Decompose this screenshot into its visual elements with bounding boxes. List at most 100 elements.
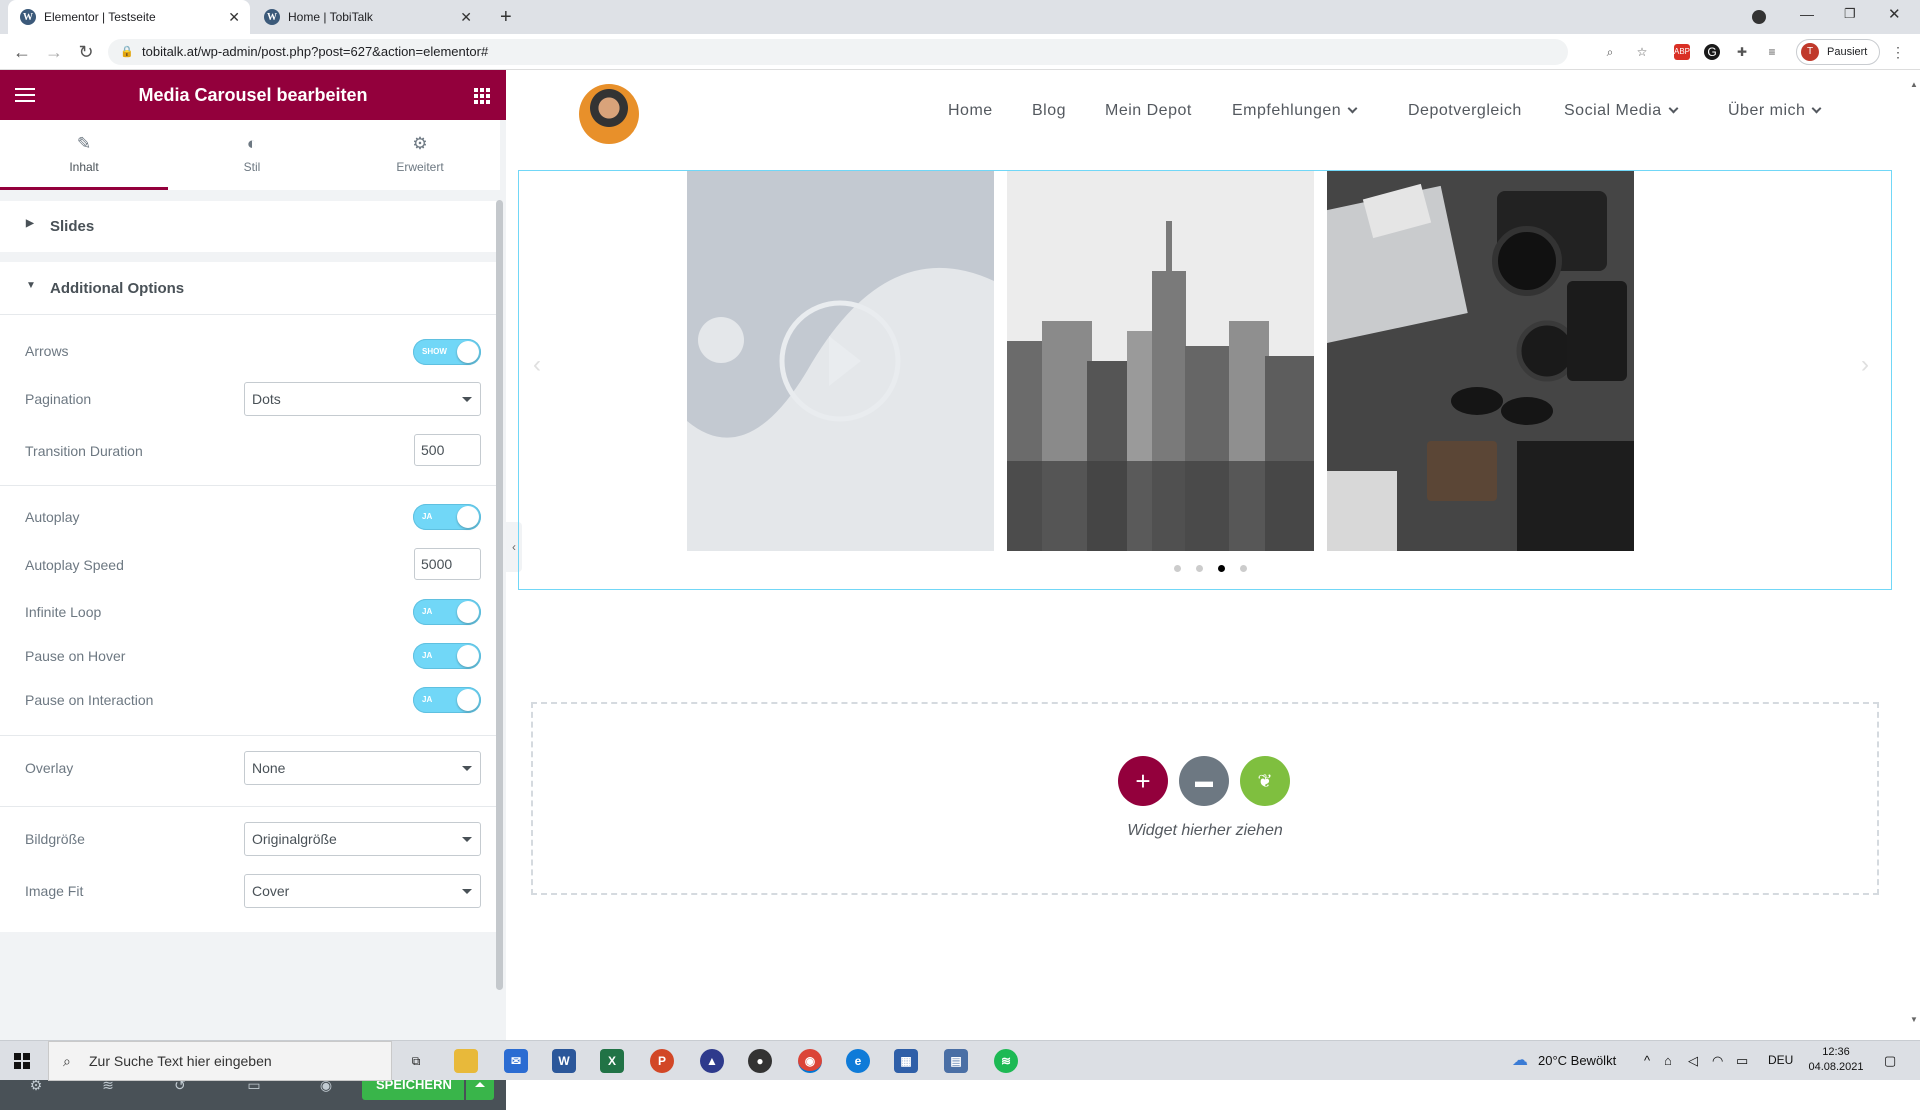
close-tab-icon[interactable]: ✕ bbox=[460, 9, 472, 26]
mail-icon[interactable]: ✉ bbox=[504, 1049, 528, 1073]
empty-section-dropzone[interactable]: + ▬ ❦ Widget hierher ziehen bbox=[531, 702, 1879, 895]
pagination-select[interactable]: Dots bbox=[244, 382, 481, 416]
media-carousel[interactable]: ‹ › bbox=[518, 170, 1892, 590]
minimize-icon[interactable]: — bbox=[1800, 6, 1814, 22]
close-tab-icon[interactable]: ✕ bbox=[228, 9, 240, 26]
caret-down-icon bbox=[462, 397, 472, 402]
image-fit-select[interactable]: Cover bbox=[244, 874, 481, 908]
file-explorer-icon[interactable] bbox=[454, 1049, 478, 1073]
pagination-dot[interactable] bbox=[1196, 565, 1203, 572]
app-window-icon[interactable]: ▦ bbox=[894, 1049, 918, 1073]
pause-on-interaction-toggle[interactable]: JA bbox=[413, 687, 481, 713]
autoplay-toggle[interactable]: JA bbox=[413, 504, 481, 530]
infinite-loop-toggle[interactable]: JA bbox=[413, 599, 481, 625]
profile-button[interactable]: T Pausiert bbox=[1796, 39, 1880, 65]
slide-camera-desk[interactable] bbox=[1327, 171, 1634, 551]
control-label: Pause on Interaction bbox=[25, 692, 154, 708]
preview-scrollbar[interactable]: ▲ ▼ bbox=[1908, 80, 1918, 1030]
site-logo[interactable] bbox=[579, 84, 639, 144]
pagination-dot[interactable] bbox=[1240, 565, 1247, 572]
spotify-icon[interactable]: ≋ bbox=[994, 1049, 1018, 1073]
control-overlay: Overlay None bbox=[0, 748, 500, 788]
weather-text[interactable]: 20°C Bewölkt bbox=[1538, 1053, 1616, 1068]
nav-mein-depot[interactable]: Mein Depot bbox=[1105, 102, 1192, 120]
extension-badge-icon[interactable]: ABP bbox=[1674, 44, 1690, 60]
tab-stil[interactable]: ◐ Stil bbox=[168, 120, 336, 190]
weather-cloud-icon[interactable]: ☁ bbox=[1512, 1050, 1528, 1070]
toggle-text: SHOW bbox=[422, 347, 447, 356]
overlay-select[interactable]: None bbox=[244, 751, 481, 785]
reload-icon[interactable]: ↻ bbox=[76, 42, 96, 63]
city-skyline-image bbox=[1007, 171, 1314, 551]
obs-icon[interactable]: ● bbox=[748, 1049, 772, 1073]
widgets-grid-icon[interactable] bbox=[474, 88, 490, 104]
nav-social-media[interactable]: Social Media bbox=[1564, 102, 1679, 120]
new-tab-icon[interactable]: + bbox=[500, 6, 512, 29]
powerpoint-icon[interactable]: P bbox=[650, 1049, 674, 1073]
forward-icon[interactable]: → bbox=[44, 42, 64, 63]
nav-empfehlungen[interactable]: Empfehlungen bbox=[1232, 102, 1358, 120]
section-slides[interactable]: ▶ Slides bbox=[0, 201, 500, 252]
taskbar-search-input[interactable]: ⌕ Zur Suche Text hier eingeben bbox=[48, 1041, 392, 1081]
control-label: Overlay bbox=[25, 760, 74, 776]
image-size-select[interactable]: Originalgröße bbox=[244, 822, 481, 856]
restore-icon[interactable]: ❐ bbox=[1844, 6, 1856, 22]
keyboard-icon[interactable]: ▭ bbox=[1736, 1053, 1748, 1069]
bookmark-star-icon[interactable]: ☆ bbox=[1634, 44, 1650, 60]
nav-ueber-mich[interactable]: Über mich bbox=[1728, 102, 1822, 120]
control-autoplay: Autoplay JA bbox=[0, 498, 500, 538]
reading-list-icon[interactable]: ≡ bbox=[1764, 44, 1780, 60]
select-value: None bbox=[252, 760, 286, 776]
zoom-icon[interactable]: ⌕ bbox=[1602, 44, 1618, 60]
divider bbox=[0, 314, 500, 315]
browser-tab-elementor[interactable]: W Elementor | Testseite ✕ bbox=[8, 0, 250, 34]
arrows-toggle[interactable]: SHOW bbox=[413, 339, 481, 365]
language-indicator[interactable]: DEU bbox=[1768, 1053, 1793, 1067]
panel-header: Media Carousel bearbeiten bbox=[0, 70, 506, 120]
pause-on-hover-toggle[interactable]: JA bbox=[413, 643, 481, 669]
tab-inhalt[interactable]: ✎ Inhalt bbox=[0, 120, 168, 190]
edge-icon[interactable]: e bbox=[846, 1049, 870, 1073]
excel-icon[interactable]: X bbox=[600, 1049, 624, 1073]
template-folder-icon[interactable]: ▬ bbox=[1179, 756, 1229, 806]
tab-search-icon[interactable] bbox=[1752, 10, 1766, 24]
grammarly-icon[interactable]: G bbox=[1704, 44, 1720, 60]
nav-label: Empfehlungen bbox=[1232, 102, 1342, 119]
wifi-icon[interactable]: ◠ bbox=[1712, 1053, 1723, 1069]
section-heading[interactable]: ▼ Additional Options bbox=[0, 280, 500, 297]
slide-video-placeholder[interactable] bbox=[687, 171, 994, 551]
tray-chevron-icon[interactable]: ^ bbox=[1644, 1053, 1650, 1068]
extensions-puzzle-icon[interactable]: ✚ bbox=[1734, 44, 1750, 60]
transition-duration-input[interactable]: 500 bbox=[414, 434, 481, 466]
pagination-dot[interactable] bbox=[1174, 565, 1181, 572]
clock[interactable]: 12:36 04.08.2021 bbox=[1804, 1045, 1868, 1075]
divider bbox=[0, 735, 500, 736]
add-section-icon[interactable]: + bbox=[1118, 756, 1168, 806]
volume-icon[interactable]: ◁ bbox=[1688, 1053, 1698, 1069]
task-view-icon[interactable]: ⧉ bbox=[404, 1049, 428, 1073]
menu-dots-icon[interactable]: ⋮ bbox=[1890, 44, 1906, 60]
notepad-icon[interactable]: ▤ bbox=[944, 1049, 968, 1073]
network-icon[interactable]: ⌂ bbox=[1664, 1053, 1672, 1068]
next-arrow-icon[interactable]: › bbox=[1861, 351, 1869, 379]
back-icon[interactable]: ← bbox=[12, 42, 32, 63]
contrast-icon: ◐ bbox=[246, 134, 258, 153]
slide-city-skyline[interactable] bbox=[1007, 171, 1314, 551]
app-icon[interactable]: ▲ bbox=[700, 1049, 724, 1073]
tab-erweitert[interactable]: ⚙ Erweitert bbox=[336, 120, 504, 190]
nav-blog[interactable]: Blog bbox=[1032, 102, 1066, 120]
nav-home[interactable]: Home bbox=[948, 102, 993, 120]
panel-scrollbar[interactable] bbox=[496, 200, 503, 990]
word-icon[interactable]: W bbox=[552, 1049, 576, 1073]
url-field[interactable]: 🔒 tobitalk.at/wp-admin/post.php?post=627… bbox=[108, 39, 1568, 65]
prev-arrow-icon[interactable]: ‹ bbox=[533, 351, 541, 379]
browser-tab-home[interactable]: W Home | TobiTalk ✕ bbox=[252, 0, 482, 34]
windows-start-icon[interactable] bbox=[14, 1053, 30, 1069]
nav-depotvergleich[interactable]: Depotvergleich bbox=[1408, 102, 1522, 120]
close-window-icon[interactable]: ✕ bbox=[1888, 5, 1901, 23]
autoplay-speed-input[interactable]: 5000 bbox=[414, 548, 481, 580]
pagination-dot-active[interactable] bbox=[1218, 565, 1225, 572]
notifications-icon[interactable]: ▢ bbox=[1884, 1053, 1896, 1069]
envato-leaf-icon[interactable]: ❦ bbox=[1240, 756, 1290, 806]
chrome-icon[interactable]: ◉ bbox=[798, 1049, 822, 1073]
